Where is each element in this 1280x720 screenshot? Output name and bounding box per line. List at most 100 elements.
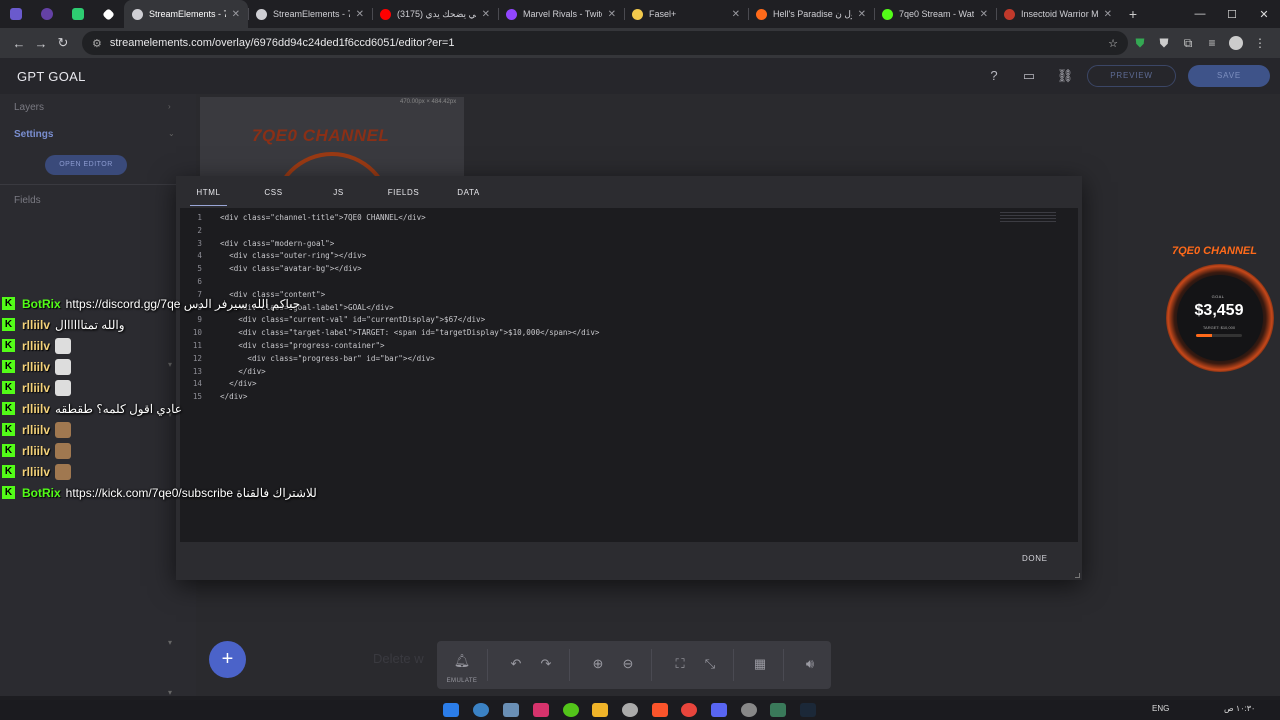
code-line[interactable]: 4 <div class="outer-ring"></div> [180, 249, 366, 262]
tab-close-icon[interactable]: ✕ [608, 9, 616, 20]
open-editor-button[interactable]: OPEN EDITOR [45, 155, 127, 175]
new-tab-button[interactable]: + [1120, 6, 1146, 22]
pinned-tab[interactable] [31, 0, 62, 28]
steam-icon[interactable] [800, 703, 816, 717]
menu-icon[interactable]: ⋮ [1248, 28, 1272, 58]
pinned-tab[interactable] [62, 0, 93, 28]
chevron-right-icon[interactable]: › [168, 102, 171, 111]
reading-list-icon[interactable]: ≡ [1200, 28, 1224, 58]
app-icon[interactable] [622, 703, 638, 717]
tab-css[interactable]: CSS [241, 176, 306, 208]
shrink-icon[interactable]: ⤡ [700, 656, 720, 672]
code-line[interactable]: 6 [180, 275, 220, 288]
dropdown-icon[interactable]: ▾ [168, 638, 172, 647]
help-icon[interactable]: ? [985, 67, 1003, 85]
reload-icon[interactable]: ↻ [52, 35, 74, 51]
browser-tab[interactable]: Hell's Paradise رول ن ✕ [748, 0, 874, 28]
extensions-puzzle-icon[interactable]: ⧉ [1176, 28, 1200, 58]
undo-icon[interactable]: ↶ [506, 656, 526, 672]
code-line[interactable]: 5 <div class="avatar-bg"></div> [180, 262, 361, 275]
windows-start-icon[interactable] [443, 703, 459, 717]
tab-label: Hell's Paradise رول ن [773, 8, 852, 19]
zoom-in-icon[interactable]: ⊕ [588, 656, 608, 672]
extension-shield-icon[interactable]: ⛊ [1128, 28, 1152, 58]
code-line[interactable]: 14 </div> [180, 377, 257, 390]
dropdown-icon[interactable]: ▾ [168, 688, 172, 697]
code-line[interactable]: 10 <div class="target-label">TARGET: <sp… [180, 326, 600, 339]
browser-tab[interactable]: Marvel Rivals - Twitch ✕ [498, 0, 624, 28]
browser-tab[interactable]: 7qe0 Stream - Watch ✕ [874, 0, 996, 28]
tab-close-icon[interactable]: ✕ [1104, 9, 1112, 20]
tab-close-icon[interactable]: ✕ [980, 9, 988, 20]
code-line[interactable]: 12 <div class="progress-bar" id="bar"></… [180, 352, 435, 365]
tab-close-icon[interactable]: ✕ [356, 9, 364, 20]
chevron-down-icon[interactable]: ⌄ [168, 129, 175, 138]
code-line[interactable]: 2 [180, 224, 220, 237]
browser-tab[interactable]: StreamElements - 7q ✕ [248, 0, 372, 28]
tab-close-icon[interactable]: ✕ [482, 9, 490, 20]
clock[interactable]: ١٠:٣٠ ص [1224, 704, 1255, 713]
pinned-tab[interactable] [0, 0, 31, 28]
add-widget-button[interactable]: + [209, 641, 246, 678]
fields-section[interactable]: Fields [14, 195, 41, 206]
site-info-icon[interactable]: ⚙ [92, 37, 102, 50]
code-line[interactable]: 15 </div> [180, 390, 248, 403]
browser-tab[interactable]: Insectoid Warrior Me ✕ [996, 0, 1120, 28]
back-icon[interactable]: ← [8, 36, 30, 51]
zoom-out-icon[interactable]: ⊖ [618, 656, 638, 672]
code-line[interactable]: 3 <div class="modern-goal"> [180, 237, 334, 250]
app-icon[interactable] [563, 703, 579, 717]
resize-handle[interactable] [1075, 573, 1080, 578]
monitor-icon[interactable]: ▭ [1020, 67, 1038, 85]
editor-header: GPT GOAL ? ▭ ⛓ PREVIEW SAVE [0, 58, 1280, 94]
grid-icon[interactable]: ▦ [750, 656, 770, 672]
preview-button[interactable]: PREVIEW [1087, 65, 1176, 87]
code-line[interactable]: 9 <div class="current-val" id="currentDi… [180, 313, 485, 326]
link-icon[interactable]: ⛓ [1056, 67, 1074, 85]
browser-tab[interactable]: StreamElements - 7q ✕ [124, 0, 248, 28]
done-button[interactable]: DONE [1022, 554, 1048, 563]
extension-icon[interactable]: ⛊ [1152, 28, 1176, 58]
code-line[interactable]: 1 <div class="channel-title">7QE0 CHANNEL… [180, 211, 425, 224]
tab-html[interactable]: HTML [176, 176, 241, 208]
file-explorer-icon[interactable] [592, 703, 608, 717]
settings-app-icon[interactable] [503, 703, 519, 717]
code-minimap[interactable] [1000, 212, 1056, 224]
brave-icon[interactable] [652, 703, 668, 717]
forward-icon[interactable]: → [30, 36, 52, 51]
tab-close-icon[interactable]: ✕ [232, 9, 240, 20]
discord-icon[interactable] [711, 703, 727, 717]
settings-section[interactable]: Settings [14, 129, 53, 140]
tab-close-icon[interactable]: ✕ [732, 9, 740, 20]
app-icon[interactable] [533, 703, 549, 717]
tab-close-icon[interactable]: ✕ [858, 9, 866, 20]
maximize-icon[interactable]: ☐ [1216, 0, 1248, 28]
search-icon[interactable] [473, 703, 489, 717]
app-icon[interactable] [741, 703, 757, 717]
app-icon[interactable] [770, 703, 786, 717]
tab-label: Insectoid Warrior Me [1021, 9, 1098, 19]
fit-screen-icon[interactable]: ⛶ [670, 656, 690, 672]
emulate-button[interactable]: 🔔︎ EMULATE [445, 653, 479, 687]
browser-tab[interactable]: Fasel+ ✕ [624, 0, 748, 28]
tab-fields[interactable]: FIELDS [371, 176, 436, 208]
browser-tab[interactable]: (3175) الي يضحك يدي ✕ [372, 0, 498, 28]
chat-emote-icon [55, 421, 72, 438]
redo-icon[interactable]: ↷ [536, 656, 556, 672]
close-window-icon[interactable]: ✕ [1248, 0, 1280, 28]
pinned-tab[interactable] [93, 0, 124, 28]
bookmark-star-icon[interactable]: ☆ [1108, 37, 1118, 50]
address-bar[interactable]: ⚙ streamelements.com/overlay/6976dd94c24… [82, 31, 1128, 55]
chrome-icon[interactable] [681, 703, 697, 717]
language-indicator[interactable]: ENG [1152, 704, 1169, 713]
save-button[interactable]: SAVE [1188, 65, 1270, 87]
code-line[interactable]: 13 </div> [180, 365, 266, 378]
dropdown-icon[interactable]: ▾ [168, 360, 172, 369]
tab-js[interactable]: JS [306, 176, 371, 208]
layers-section[interactable]: Layers [14, 102, 44, 113]
profile-avatar[interactable] [1224, 28, 1248, 58]
tab-data[interactable]: DATA [436, 176, 501, 208]
code-line[interactable]: 11 <div class="progress-container"> [180, 339, 385, 352]
minimize-icon[interactable]: — [1184, 0, 1216, 28]
volume-icon[interactable]: 🔊︎ [800, 656, 820, 672]
